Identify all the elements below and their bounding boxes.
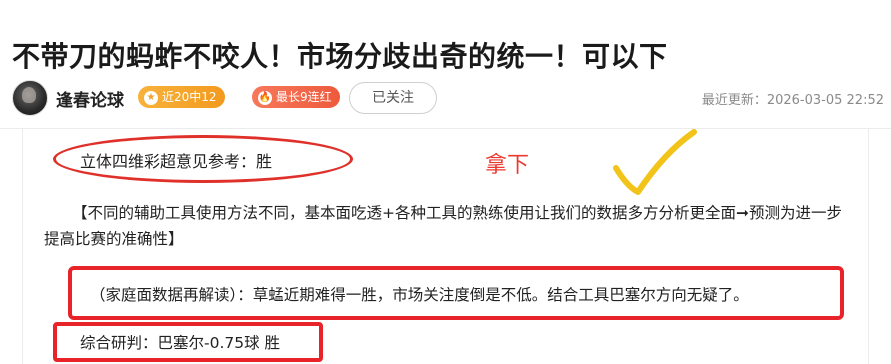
author-name[interactable]: 逢春论球 xyxy=(56,86,124,111)
handwritten-note: 拿下 xyxy=(485,153,530,178)
method-paragraph-text: 【不同的辅助工具使用方法不同，基本面吃透+各种工具的熟练使用让我们的数据多方分析… xyxy=(44,204,842,248)
content-border-left xyxy=(22,129,23,364)
star-icon: ★ xyxy=(144,90,158,105)
checkmark-annotation xyxy=(613,129,697,195)
follow-button[interactable]: 已关注 xyxy=(349,82,437,114)
divider xyxy=(0,128,891,129)
avatar[interactable] xyxy=(12,80,48,116)
content-border-right xyxy=(868,129,869,364)
prediction-line: 立体四维彩超意见参考：胜 xyxy=(80,152,273,171)
fire-icon: 🔥 xyxy=(258,90,272,105)
article-title: 不带刀的蚂蚱不咬人！市场分歧出奇的统一！可以下 xyxy=(12,39,668,73)
author-row: 逢春论球 ★ 近20中12 🔥 最长9连红 已关注 最近更新：2026-03-05 … xyxy=(10,80,888,116)
verdict-text: 综合研判：巴塞尔-0.75球 胜 xyxy=(80,334,281,352)
streak-label: 最长9连红 xyxy=(276,90,332,104)
method-paragraph: 【不同的辅助工具使用方法不同，基本面吃透+各种工具的熟练使用让我们的数据多方分析… xyxy=(44,200,850,252)
recent-record-badge: ★ 近20中12 xyxy=(138,86,225,108)
recent-record-label: 近20中12 xyxy=(162,90,217,104)
analysis-text: （家庭面数据再解读）：草蜢近期难得一胜，市场关注度倒是不低。结合工具巴塞尔方向无… xyxy=(90,286,749,304)
streak-badge: 🔥 最长9连红 xyxy=(252,86,340,108)
update-time: 最近更新：2026-03-05 22:52 xyxy=(701,93,884,108)
